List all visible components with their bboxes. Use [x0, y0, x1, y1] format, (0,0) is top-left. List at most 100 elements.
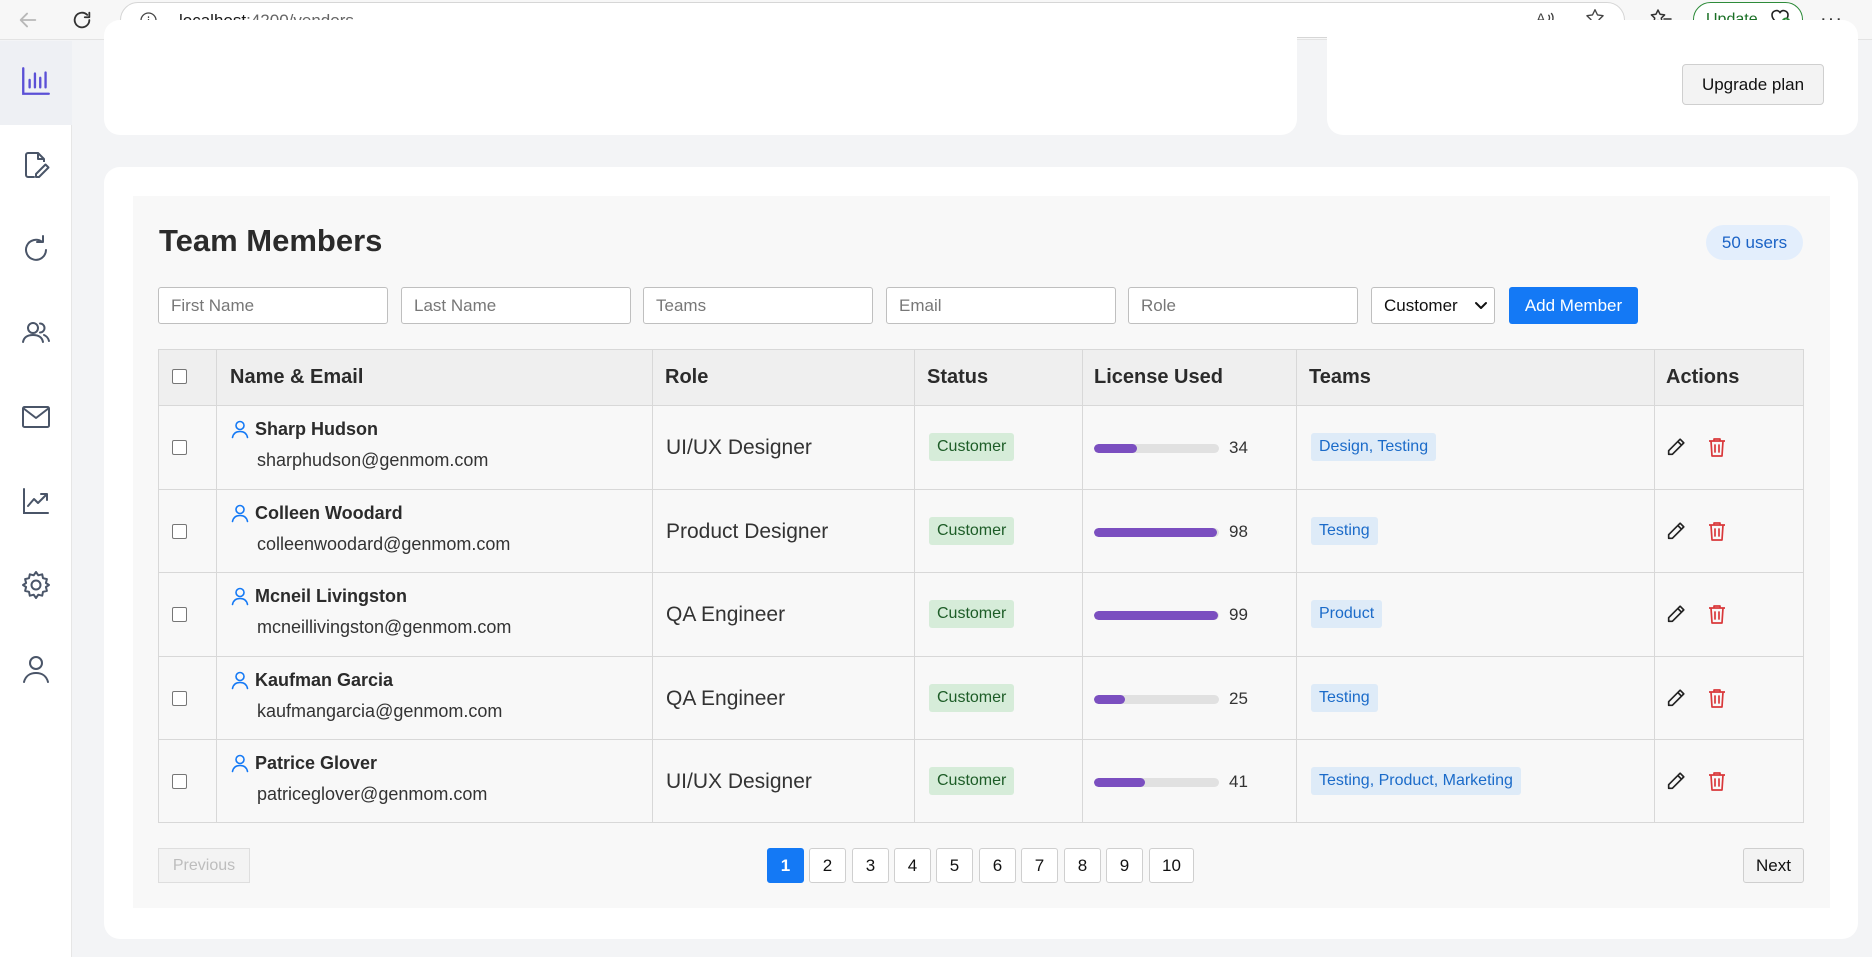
page-button-1[interactable]: 1 [767, 848, 804, 883]
edit-icon[interactable] [1665, 687, 1687, 714]
page-button-5[interactable]: 5 [936, 848, 973, 883]
add-member-button[interactable]: Add Member [1509, 287, 1638, 324]
member-role: QA Engineer [666, 687, 786, 710]
row-checkbox[interactable] [172, 691, 187, 706]
trash-icon[interactable] [1707, 603, 1727, 630]
member-email: colleenwoodard@genmom.com [257, 534, 511, 554]
email-input[interactable]: Email [886, 287, 1116, 324]
member-email: mcneillivingston@genmom.com [257, 617, 512, 637]
row-checkbox[interactable] [172, 774, 187, 789]
license-value: 99 [1229, 605, 1248, 624]
sidebar-item-dashboard[interactable] [0, 41, 72, 125]
row-checkbox[interactable] [172, 440, 187, 455]
license-progress-bar [1094, 695, 1219, 704]
page-button-2[interactable]: 2 [809, 848, 846, 883]
refresh-icon [20, 233, 52, 270]
member-email: sharphudson@genmom.com [257, 450, 489, 470]
column-header-license: License Used [1094, 366, 1223, 388]
license-progress-fill [1094, 444, 1137, 453]
column-header-actions: Actions [1666, 366, 1740, 388]
first-name-input[interactable]: First Name [158, 287, 388, 324]
page-button-9[interactable]: 9 [1106, 848, 1143, 883]
role-input[interactable]: Role [1128, 287, 1358, 324]
table-header-row: Name & Email Role Status License Used Te… [159, 350, 1803, 406]
license-progress-fill [1094, 695, 1126, 704]
users-count-badge: 50 users [1706, 225, 1803, 260]
sidebar [0, 41, 72, 957]
next-page-button[interactable]: Next [1743, 848, 1804, 883]
license-progress-bar [1094, 778, 1219, 787]
member-name: Patrice Glover [255, 753, 378, 773]
person-icon [230, 670, 250, 695]
license-progress-fill [1094, 611, 1218, 620]
license-progress-bar [1094, 444, 1219, 453]
page-button-8[interactable]: 8 [1064, 848, 1101, 883]
user-icon [20, 653, 52, 690]
row-checkbox[interactable] [172, 524, 187, 539]
member-name: Colleen Woodard [255, 503, 403, 523]
teams-input[interactable]: Teams [643, 287, 873, 324]
table-row: Patrice Glover patriceglover@genmom.com … [159, 740, 1803, 823]
sidebar-item-profile[interactable] [0, 629, 72, 713]
edit-icon[interactable] [1665, 436, 1687, 463]
page-button-10[interactable]: 10 [1149, 848, 1194, 883]
page-title: Team Members [159, 223, 383, 258]
status-badge: Customer [929, 600, 1015, 628]
page-button-7[interactable]: 7 [1021, 848, 1058, 883]
member-email: patriceglover@genmom.com [257, 784, 488, 804]
role-select[interactable]: Customer [1371, 287, 1495, 324]
chevron-down-icon [1474, 288, 1488, 335]
page-button-3[interactable]: 3 [852, 848, 889, 883]
member-role: UI/UX Designer [666, 436, 812, 459]
reload-icon[interactable] [68, 6, 96, 34]
trash-icon[interactable] [1707, 520, 1727, 547]
teams-badge: Testing [1311, 684, 1378, 712]
trash-icon[interactable] [1707, 770, 1727, 797]
sidebar-item-analytics[interactable] [0, 461, 72, 545]
previous-page-button[interactable]: Previous [158, 848, 250, 883]
license-value: 34 [1229, 438, 1248, 457]
status-badge: Customer [929, 767, 1015, 795]
trash-icon[interactable] [1707, 687, 1727, 714]
license-progress-fill [1094, 528, 1217, 537]
last-name-input[interactable]: Last Name [401, 287, 631, 324]
column-header-status: Status [927, 366, 989, 388]
edit-icon[interactable] [1665, 770, 1687, 797]
table-row: Mcneil Livingston mcneillivingston@genmo… [159, 573, 1803, 656]
role-select-value: Customer [1384, 296, 1458, 315]
row-checkbox[interactable] [172, 607, 187, 622]
overview-card [104, 20, 1297, 135]
trash-icon[interactable] [1707, 436, 1727, 463]
users-icon [20, 317, 52, 354]
column-header-teams: Teams [1309, 366, 1371, 388]
teams-badge: Product [1311, 600, 1383, 628]
sidebar-item-settings[interactable] [0, 545, 72, 629]
license-value: 25 [1229, 689, 1248, 708]
bar-chart-icon [19, 64, 53, 103]
settings-icon [20, 569, 52, 606]
sidebar-item-refresh[interactable] [0, 209, 72, 293]
teams-badge: Design, Testing [1311, 433, 1437, 461]
column-header-role: Role [665, 366, 709, 388]
sidebar-item-team[interactable] [0, 293, 72, 377]
member-name: Mcneil Livingston [255, 586, 408, 606]
sidebar-item-documents[interactable] [0, 125, 72, 209]
license-progress-fill [1094, 778, 1146, 787]
table-row: Kaufman Garcia kaufmangarcia@genmom.com … [159, 657, 1803, 740]
member-email: kaufmangarcia@genmom.com [257, 701, 503, 721]
license-progress-bar [1094, 528, 1219, 537]
sidebar-item-mail[interactable] [0, 377, 72, 461]
edit-icon[interactable] [1665, 603, 1687, 630]
table-row: Colleen Woodard colleenwoodard@genmom.co… [159, 490, 1803, 573]
select-all-checkbox[interactable] [172, 369, 187, 384]
upgrade-plan-button[interactable]: Upgrade plan [1682, 64, 1824, 105]
teams-badge: Testing [1311, 517, 1378, 545]
status-badge: Customer [929, 433, 1015, 461]
edit-document-icon [20, 149, 52, 186]
page-button-4[interactable]: 4 [894, 848, 931, 883]
back-icon[interactable] [14, 6, 42, 34]
edit-icon[interactable] [1665, 520, 1687, 547]
members-table: Name & Email Role Status License Used Te… [158, 349, 1804, 823]
license-value: 98 [1229, 522, 1248, 541]
page-button-6[interactable]: 6 [979, 848, 1016, 883]
